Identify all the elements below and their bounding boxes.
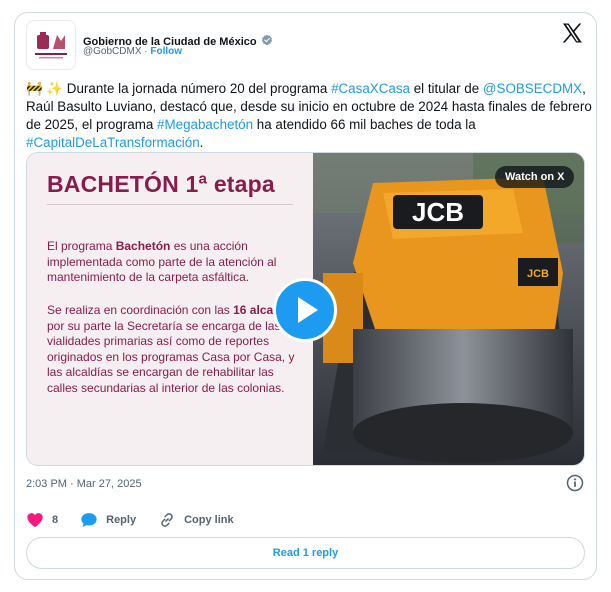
media-title-divider <box>47 204 293 205</box>
author-handle-row: @GobCDMX · Follow <box>83 46 182 57</box>
play-icon <box>298 297 318 323</box>
video-media[interactable]: BACHETÓN 1ª etapa El programa Bachetón e… <box>26 152 585 466</box>
reply-label: Reply <box>106 514 137 526</box>
copy-link-button[interactable]: Copy link <box>158 511 234 529</box>
tweet-text-segment: el titular de <box>409 81 483 96</box>
tweet-link[interactable]: #CasaXCasa <box>331 81 410 96</box>
media-bold-text: Bachetón <box>115 239 171 253</box>
jcb-brand-text: JCB <box>412 197 464 227</box>
jcb-small-text: JCB <box>527 268 549 280</box>
reply-button[interactable]: Reply <box>80 512 136 528</box>
media-title: BACHETÓN 1ª etapa <box>47 171 275 197</box>
handle-separator: · <box>144 46 148 57</box>
tweet-emojis: 🚧 ✨ <box>26 81 64 96</box>
tweet-link[interactable]: @SOBSECDMX <box>483 81 582 96</box>
link-icon <box>161 513 173 527</box>
tweet-link[interactable]: #Megabachetón <box>157 117 253 132</box>
x-logo-icon[interactable] <box>560 21 584 45</box>
tweet-actions: 8 Reply Copy link <box>26 509 256 531</box>
like-count: 8 <box>52 514 59 526</box>
read-replies-button[interactable]: Read 1 reply <box>26 537 585 569</box>
watch-on-x-button[interactable]: Watch on X <box>495 166 575 188</box>
media-text: El programa <box>47 239 116 253</box>
media-paragraph-2: Se realiza en coordinación con las 16 al… <box>47 303 307 396</box>
tweet-link[interactable]: #CapitalDeLaTransformación <box>26 135 200 150</box>
verified-icon <box>261 33 273 51</box>
tweet-text-segment: Durante la jornada número 20 del program… <box>63 81 332 96</box>
author-handle[interactable]: @GobCDMX <box>83 46 142 57</box>
follow-button[interactable]: Follow <box>150 46 182 57</box>
tweet-timestamp[interactable]: 2:03 PM · Mar 27, 2025 <box>26 478 142 490</box>
play-button[interactable] <box>273 278 337 342</box>
video-infographic-panel: BACHETÓN 1ª etapa El programa Bachetón e… <box>27 153 313 465</box>
avatar[interactable] <box>26 20 76 70</box>
media-paragraph-1: El programa Bachetón es una acción imple… <box>47 239 307 286</box>
tweet-text-segment: . <box>199 135 204 150</box>
heart-icon <box>27 513 43 528</box>
reply-bubble-icon <box>81 513 97 528</box>
video-roller-image: JCB JCB <box>313 153 584 465</box>
info-icon[interactable] <box>566 474 584 492</box>
tweet-text: 🚧 ✨ Durante la jornada número 20 del pro… <box>26 80 592 152</box>
media-text: Se realiza en coordinación con las <box>47 303 234 317</box>
tweet-text-segment: ha atendido 66 mil baches de toda la <box>253 117 476 132</box>
like-button[interactable]: 8 <box>26 512 58 528</box>
copy-link-label: Copy link <box>184 514 234 526</box>
